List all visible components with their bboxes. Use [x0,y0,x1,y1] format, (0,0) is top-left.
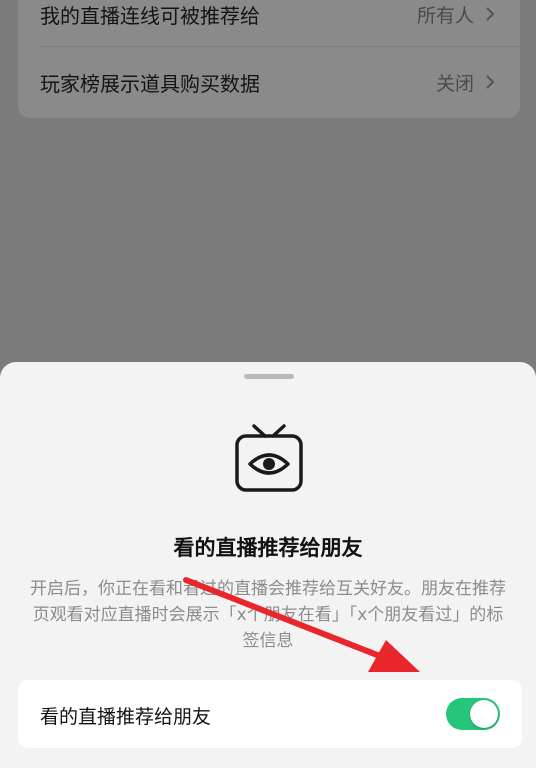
sheet-description: 开启后，你正在看和看过的直播会推荐给互关好友。朋友在推荐页观看对应直播时会展示「… [30,579,506,651]
settings-card: 我的直播连线可被推荐给 所有人 玩家榜展示道具购买数据 关闭 [18,0,520,118]
toggle-label: 看的直播推荐给朋友 [40,706,212,728]
setting-value-group: 关闭 [436,69,498,96]
bottom-sheet: 看的直播推荐给朋友 开启后，你正在看和看过的直播会推荐给互关好友。朋友在推荐页观… [0,362,536,768]
setting-label: 玩家榜展示道具购买数据 [40,71,260,96]
recommend-live-switch[interactable] [446,698,500,730]
setting-value: 所有人 [416,4,474,27]
toggle-row-recommend-live[interactable]: 看的直播推荐给朋友 [18,680,522,748]
sheet-drag-handle[interactable] [244,374,294,379]
setting-label: 我的直播连线可被推荐给 [40,3,260,28]
setting-value-group: 所有人 [417,1,498,28]
tv-eye-icon [235,424,303,492]
chevron-right-icon [486,7,495,21]
sheet-title: 看的直播推荐给朋友 [173,536,363,560]
setting-row-player-rank-data[interactable]: 玩家榜展示道具购买数据 关闭 [18,54,520,110]
switch-knob [470,700,498,728]
chevron-right-icon [486,75,495,89]
divider [40,46,520,47]
setting-value: 关闭 [435,72,474,95]
setting-row-live-link-recommend[interactable]: 我的直播连线可被推荐给 所有人 [18,0,520,42]
